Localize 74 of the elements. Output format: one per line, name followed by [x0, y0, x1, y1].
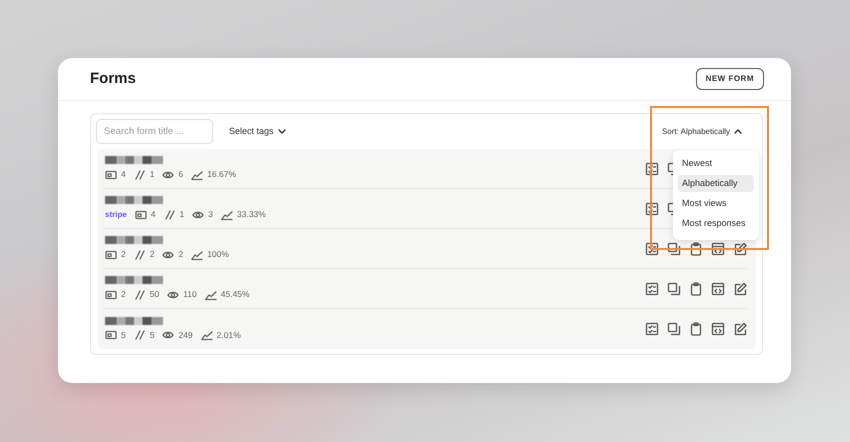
stat-value: 249 — [178, 328, 193, 342]
blurred-title — [105, 316, 163, 325]
eye-icon — [162, 248, 174, 260]
trend-icon — [191, 248, 204, 260]
blurred-title — [105, 276, 163, 284]
new-form-button[interactable]: NEW FORM — [696, 68, 764, 90]
duplicate-icon[interactable] — [667, 242, 681, 256]
stat-value: 2 — [121, 288, 126, 301]
sort-dropdown[interactable]: Sort: Alphabetically — [662, 126, 742, 138]
blurred-title — [105, 156, 163, 164]
tags-dropdown[interactable]: Select tags — [229, 124, 286, 138]
caret-icon — [734, 128, 742, 135]
form-icon — [105, 168, 117, 180]
clipboard-icon[interactable] — [689, 242, 703, 256]
stat-value: 5 — [121, 328, 126, 342]
blurred-title — [105, 196, 163, 204]
code-window-icon[interactable] — [711, 242, 725, 256]
stat-value: 4 — [121, 168, 126, 181]
stat-value: 2 — [150, 248, 154, 261]
form-icon — [105, 329, 117, 341]
edit-icon[interactable] — [733, 322, 747, 336]
stat-value: 5 — [150, 328, 154, 342]
trend-icon — [191, 168, 204, 180]
form-icon — [134, 208, 147, 220]
form-icon — [105, 248, 117, 260]
edit-icon[interactable] — [733, 282, 747, 296]
slash-icon — [134, 168, 146, 180]
clipboard-icon[interactable] — [689, 282, 703, 296]
trend-icon — [204, 288, 217, 300]
checklist-icon[interactable] — [645, 322, 659, 336]
stat-value: 33.33% — [237, 208, 266, 221]
code-window-icon[interactable] — [711, 322, 725, 336]
eye-icon — [192, 208, 204, 220]
clipboard-icon[interactable] — [689, 322, 703, 336]
slash-icon — [164, 208, 176, 220]
stat-value: 2.01% — [216, 328, 241, 342]
sort-option[interactable]: Alphabetically — [678, 175, 754, 192]
stat-value: 16.67% — [207, 168, 236, 181]
checklist-icon[interactable] — [645, 282, 659, 296]
stat-value: 2 — [178, 248, 184, 261]
eye-icon — [162, 168, 174, 180]
page-title: Forms — [90, 68, 136, 89]
trend-icon — [221, 208, 233, 220]
tag-label: stripe — [105, 208, 127, 220]
stat-value: 50 — [150, 288, 160, 301]
blurred-title — [105, 236, 163, 244]
stat-value: 2 — [121, 248, 126, 261]
caret-icon — [278, 128, 286, 135]
slash-icon — [134, 329, 146, 341]
form-icon — [105, 288, 117, 300]
duplicate-icon[interactable] — [667, 322, 681, 336]
slash-icon — [134, 288, 146, 300]
stat-value: 45.45% — [220, 288, 250, 301]
eye-icon — [167, 288, 180, 300]
stat-value: 4 — [150, 208, 156, 221]
stat-value: 3 — [208, 208, 213, 221]
edit-icon[interactable] — [733, 242, 747, 256]
slash-icon — [134, 248, 146, 260]
stat-value: 1 — [150, 168, 154, 181]
eye-icon — [162, 329, 174, 341]
stat-value: 100% — [207, 248, 229, 261]
checklist-icon[interactable] — [645, 202, 659, 216]
code-window-icon[interactable] — [711, 282, 725, 296]
stat-value: 6 — [178, 168, 184, 181]
search-field[interactable]: Search form title ... — [96, 119, 213, 144]
trend-icon — [200, 329, 213, 341]
stat-value: 1 — [180, 208, 184, 221]
checklist-icon[interactable] — [645, 242, 659, 256]
stat-value: 110 — [183, 288, 197, 301]
sort-option[interactable]: Most views — [678, 195, 754, 212]
duplicate-icon[interactable] — [667, 282, 681, 296]
checklist-icon[interactable] — [645, 162, 659, 176]
sort-option[interactable]: Most responses — [678, 215, 754, 232]
sort-option[interactable]: Newest — [678, 155, 754, 172]
